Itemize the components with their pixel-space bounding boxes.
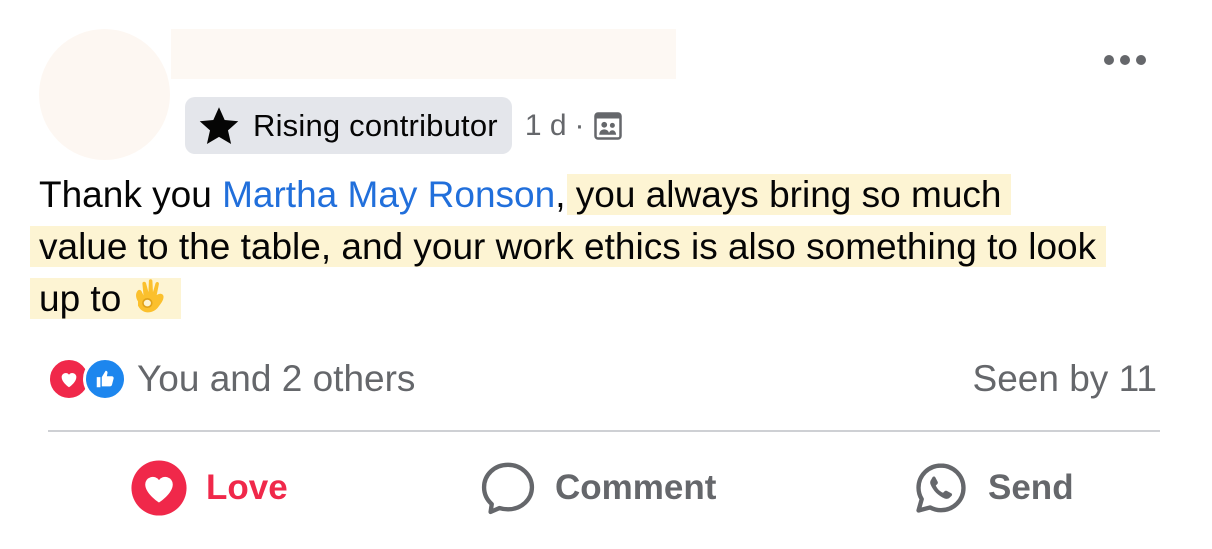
more-horizontal-icon[interactable] xyxy=(1104,55,1146,65)
ok-hand-emoji xyxy=(136,279,164,313)
reactions-summary[interactable]: You and 2 others xyxy=(47,355,415,403)
comment-button[interactable]: Comment xyxy=(479,458,716,518)
comment-icon xyxy=(481,462,535,515)
body-prefix: Thank you xyxy=(39,174,223,215)
comment-label: Comment xyxy=(555,468,717,507)
body-comma: , xyxy=(555,174,566,215)
group-privacy-svg xyxy=(593,111,622,140)
send-button[interactable]: Send xyxy=(912,458,1074,518)
more-dot xyxy=(1104,55,1114,65)
love-button[interactable]: Love xyxy=(130,458,288,518)
reaction-icons xyxy=(47,357,127,401)
send-label: Send xyxy=(988,468,1074,507)
post-meta: Rising contributor 1 d · xyxy=(185,97,623,154)
reaction-count-text[interactable]: You and 2 others xyxy=(137,358,415,400)
love-label: Love xyxy=(206,468,288,507)
love-icon xyxy=(131,460,187,516)
meta-separator: · xyxy=(574,108,585,142)
rising-contributor-badge[interactable]: Rising contributor xyxy=(185,97,512,154)
author-name-redacted[interactable] xyxy=(171,29,676,79)
badge-label: Rising contributor xyxy=(253,107,498,143)
post-body: Thank you Martha May Ronson, you always … xyxy=(30,169,1107,325)
like-reaction-icon xyxy=(83,357,127,401)
group-privacy-icon[interactable] xyxy=(593,111,623,141)
seen-by-count[interactable]: Seen by 11 xyxy=(973,355,1157,403)
avatar[interactable] xyxy=(39,29,170,160)
more-dot xyxy=(1120,55,1130,65)
more-dot xyxy=(1136,55,1146,65)
divider xyxy=(48,430,1160,432)
whatsapp-icon xyxy=(916,463,966,513)
post-timestamp[interactable]: 1 d xyxy=(525,109,567,143)
mention-link[interactable]: Martha May Ronson xyxy=(222,174,555,215)
star-icon xyxy=(199,106,239,144)
